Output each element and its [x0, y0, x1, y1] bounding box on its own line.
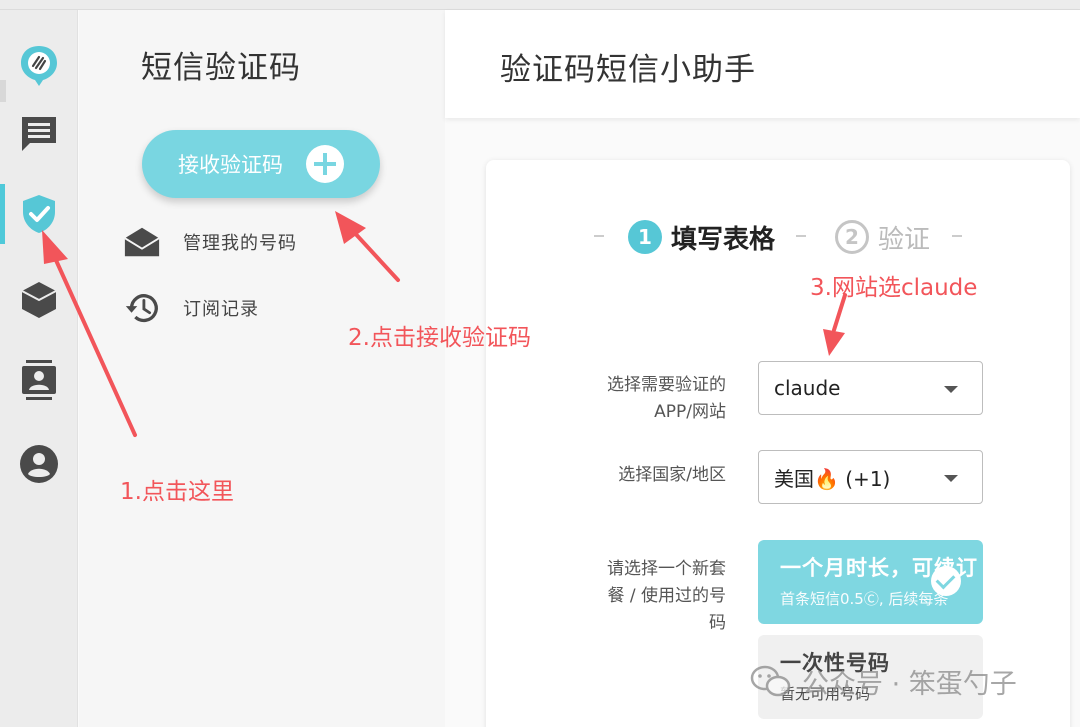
step-divider [952, 235, 962, 237]
country-select-value: 美国🔥 (+1) [774, 466, 891, 491]
window-top-edge [0, 0, 1080, 10]
plus-icon [306, 145, 344, 183]
app-field-label: 选择需要验证的 APP/网站 [556, 372, 726, 426]
rail-account[interactable] [0, 432, 78, 496]
check-circle-icon [931, 566, 961, 596]
rail-logo[interactable] [0, 32, 78, 96]
sidebar-title: 短信验证码 [141, 50, 301, 86]
plan-field-label: 请选择一个新套 餐 / 使用过的号 码 [556, 556, 726, 637]
annotation-step3: 3.网站选claude [810, 275, 978, 301]
rail-contacts[interactable] [0, 348, 78, 412]
sidebar-item-label: 管理我的号码 [183, 233, 297, 254]
message-icon [22, 117, 56, 151]
plan-field-label-line: 码 [709, 613, 726, 633]
country-field-label: 选择国家/地区 [618, 465, 726, 485]
main-header: 验证码短信小助手 [445, 10, 1080, 118]
plan-field-label-line: 餐 / 使用过的号 [607, 586, 726, 606]
sidebar-item-label: 订阅记录 [183, 299, 259, 320]
logo-icon [21, 46, 57, 86]
plan-field-label-line: 请选择一个新套 [607, 559, 726, 579]
step-number-badge: 1 [628, 220, 662, 254]
shield-check-icon [23, 195, 55, 233]
history-icon [125, 294, 158, 323]
plan-option-monthly[interactable]: 一个月时长，可续订 首条短信0.5Ⓒ, 后续每条 [758, 540, 983, 624]
app-field-label-line: 选择需要验证的 [607, 375, 726, 395]
watermark-text: 公众号 · 笨蛋勺子 [802, 669, 1017, 700]
app-field-label-line: APP/网站 [654, 402, 726, 422]
annotation-step1: 1.点击这里 [120, 479, 234, 505]
step-divider [594, 235, 604, 237]
caret-down-icon [944, 386, 958, 393]
step-label: 验证 [878, 225, 931, 255]
form-card: 1 填写表格 2 验证 选择需要验证的 APP/网站 claude 选择国家/地… [486, 160, 1070, 727]
sidebar-item-manage-numbers[interactable]: 管理我的号码 [123, 222, 423, 262]
annotation-step2: 2.点击接收验证码 [348, 325, 531, 351]
rail-verification[interactable] [0, 182, 78, 246]
cube-icon [21, 282, 57, 318]
caret-down-icon [944, 475, 958, 482]
account-icon [20, 445, 58, 483]
contacts-icon [22, 360, 56, 400]
receive-code-label: 接收验证码 [178, 153, 283, 177]
step-label: 填写表格 [671, 225, 776, 255]
watermark: 公众号 · 笨蛋勺子 [750, 662, 1017, 701]
country-select[interactable]: 美国🔥 (+1) [758, 450, 983, 504]
secondary-sidebar: 短信验证码 接收验证码 管理我的号码 订阅记录 [79, 10, 445, 727]
app-select-value: claude [774, 376, 841, 400]
rail-packages[interactable] [0, 268, 78, 332]
page-title: 验证码短信小助手 [500, 52, 756, 88]
wechat-icon [750, 665, 791, 696]
rail-messages[interactable] [0, 102, 78, 166]
receive-code-button[interactable]: 接收验证码 [142, 130, 380, 198]
step-divider [796, 235, 806, 237]
icon-rail [0, 10, 78, 727]
envelope-open-icon [124, 227, 160, 257]
plan-subtitle: 首条短信0.5Ⓒ, 后续每条 [780, 590, 949, 608]
step-number-badge: 2 [835, 220, 869, 254]
app-select[interactable]: claude [758, 361, 983, 415]
